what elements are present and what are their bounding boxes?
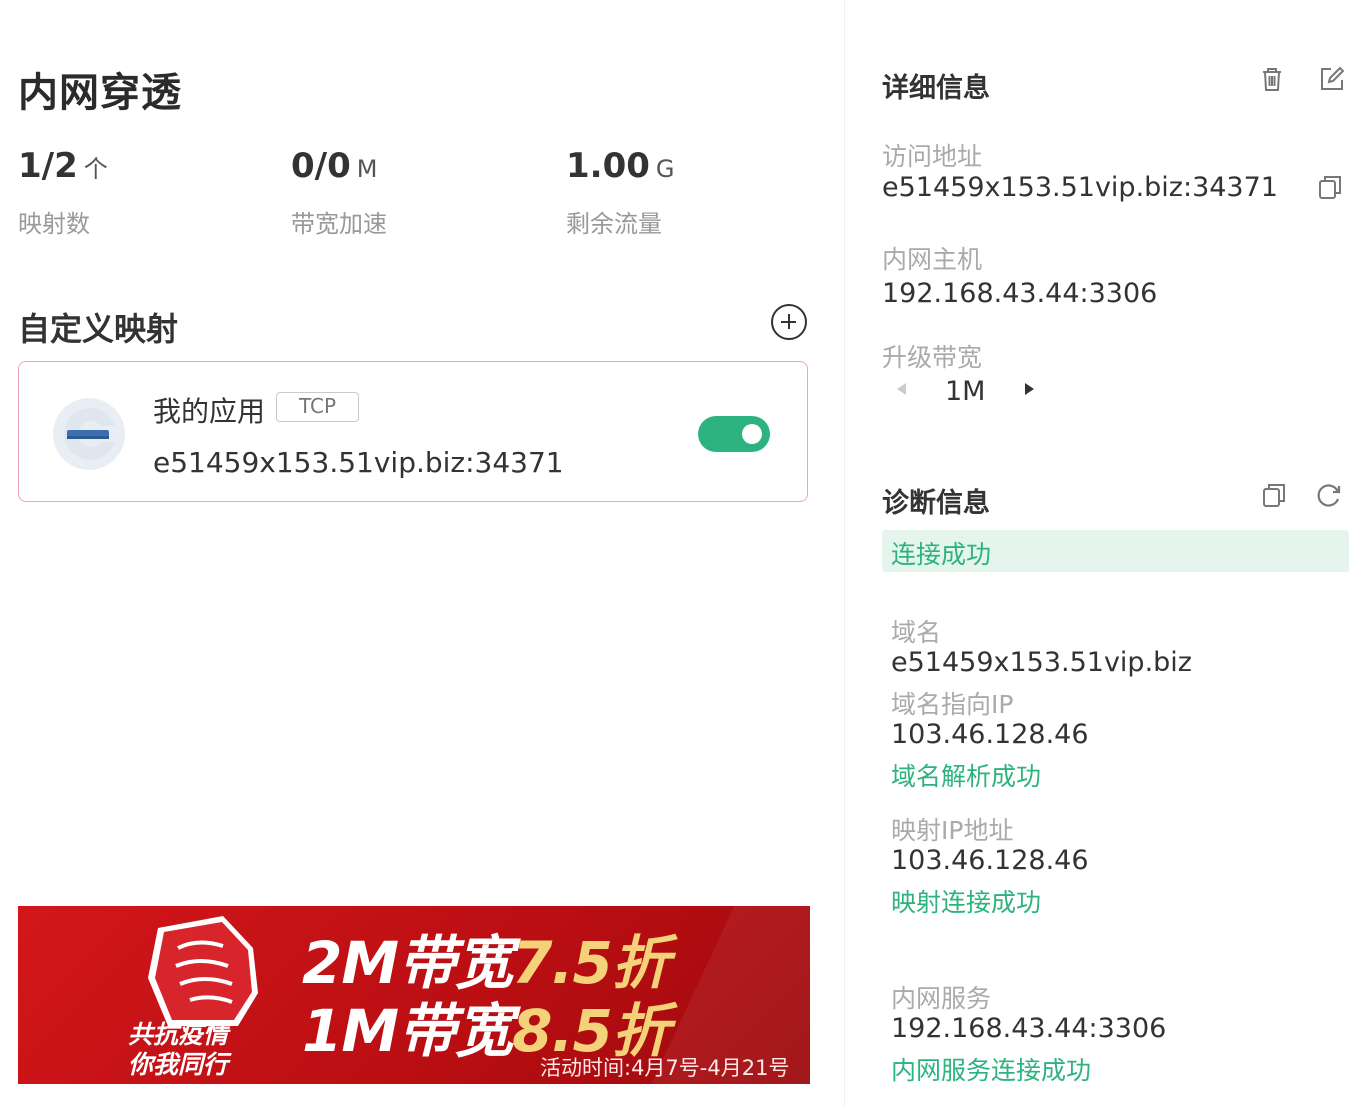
map-ip-value: 103.46.128.46 — [891, 845, 1089, 876]
lan-service-status: 内网服务连接成功 — [891, 1056, 1092, 1085]
diagnostics-title: 诊断信息 — [882, 488, 990, 519]
app-icon — [53, 398, 125, 470]
lan-host-value: 192.168.43.44:3306 — [882, 278, 1158, 309]
domain-value: e51459x153.51vip.biz — [891, 647, 1192, 678]
map-connect-status: 映射连接成功 — [891, 888, 1042, 917]
connection-status: 连接成功 — [891, 540, 992, 569]
promo-1m-prefix: 1M带宽 — [302, 997, 513, 1065]
bandwidth-value: 1M — [945, 376, 986, 407]
copy-diagnostics-icon[interactable] — [1259, 480, 1289, 510]
copy-address-icon[interactable] — [1315, 172, 1345, 202]
stat-traffic-unit: G — [655, 155, 675, 183]
lan-host-label: 内网主机 — [882, 245, 983, 274]
domain-resolve-status: 域名解析成功 — [891, 762, 1042, 791]
mapping-card[interactable]: 我的应用 TCP e51459x153.51vip.biz:34371 — [18, 361, 808, 502]
stat-traffic-value: 1.00 — [566, 146, 650, 186]
stat-mappings-unit: 个 — [83, 155, 108, 183]
domain-label: 域名 — [891, 618, 942, 647]
main-panel: 内网穿透 1/2 个 映射数 0/0 M 带宽加速 1.00 G 剩余流量 自定义映射… — [0, 0, 845, 1108]
fist-icon — [148, 916, 258, 1026]
detail-panel: 详细信息 访问地址 e51459x153.51vip.biz:34371 内网主… — [845, 0, 1353, 1108]
toggle-knob — [742, 424, 762, 444]
stat-traffic: 1.00 G 剩余流量 — [566, 146, 675, 239]
mapping-name: 我的应用 — [153, 395, 266, 428]
page-title: 内网穿透 — [18, 70, 182, 116]
banner-slogan-line2: 你我同行 — [128, 1050, 229, 1079]
mappings-section-title: 自定义映射 — [18, 310, 179, 348]
lan-service-value: 192.168.43.44:3306 — [891, 1013, 1167, 1044]
add-mapping-button[interactable] — [771, 304, 807, 340]
stat-mappings: 1/2 个 映射数 — [18, 146, 108, 239]
domain-ip-value: 103.46.128.46 — [891, 719, 1089, 750]
banner-slogan-line1: 共抗疫情 — [128, 1020, 229, 1049]
domain-ip-label: 域名指向IP — [891, 690, 1014, 719]
details-title: 详细信息 — [882, 73, 990, 104]
lan-service-label: 内网服务 — [891, 984, 992, 1013]
protocol-badge: TCP — [276, 392, 360, 422]
mapping-enable-toggle[interactable] — [698, 416, 770, 452]
edit-icon[interactable] — [1317, 64, 1347, 94]
upgrade-bandwidth-label: 升级带宽 — [882, 343, 983, 372]
delete-icon[interactable] — [1257, 64, 1287, 94]
refresh-icon[interactable] — [1314, 480, 1344, 510]
bandwidth-decrease-button[interactable] — [897, 383, 906, 395]
stat-traffic-label: 剩余流量 — [566, 210, 662, 238]
mapping-address: e51459x153.51vip.biz:34371 — [153, 446, 564, 479]
stat-bandwidth-value: 0/0 — [291, 146, 351, 186]
stat-mappings-label: 映射数 — [18, 210, 90, 238]
map-ip-label: 映射IP地址 — [891, 816, 1014, 845]
stat-bandwidth-label: 带宽加速 — [291, 210, 387, 238]
stat-mappings-value: 1/2 — [18, 146, 78, 186]
promo-banner[interactable]: 共抗疫情 你我同行 2M带宽7.5折 1M带宽8.5折 活动时间:4月7号-4月… — [18, 906, 810, 1084]
access-address-value: e51459x153.51vip.biz:34371 — [882, 172, 1278, 203]
connection-status-bar: 连接成功 — [882, 530, 1349, 572]
stat-bandwidth: 0/0 M 带宽加速 — [291, 146, 387, 239]
banner-time: 活动时间:4月7号-4月21号 — [540, 1056, 790, 1080]
banner-slogan: 共抗疫情 你我同行 — [128, 1020, 228, 1080]
access-address-label: 访问地址 — [882, 142, 983, 171]
bandwidth-increase-button[interactable] — [1025, 383, 1034, 395]
stat-bandwidth-unit: M — [356, 155, 378, 183]
